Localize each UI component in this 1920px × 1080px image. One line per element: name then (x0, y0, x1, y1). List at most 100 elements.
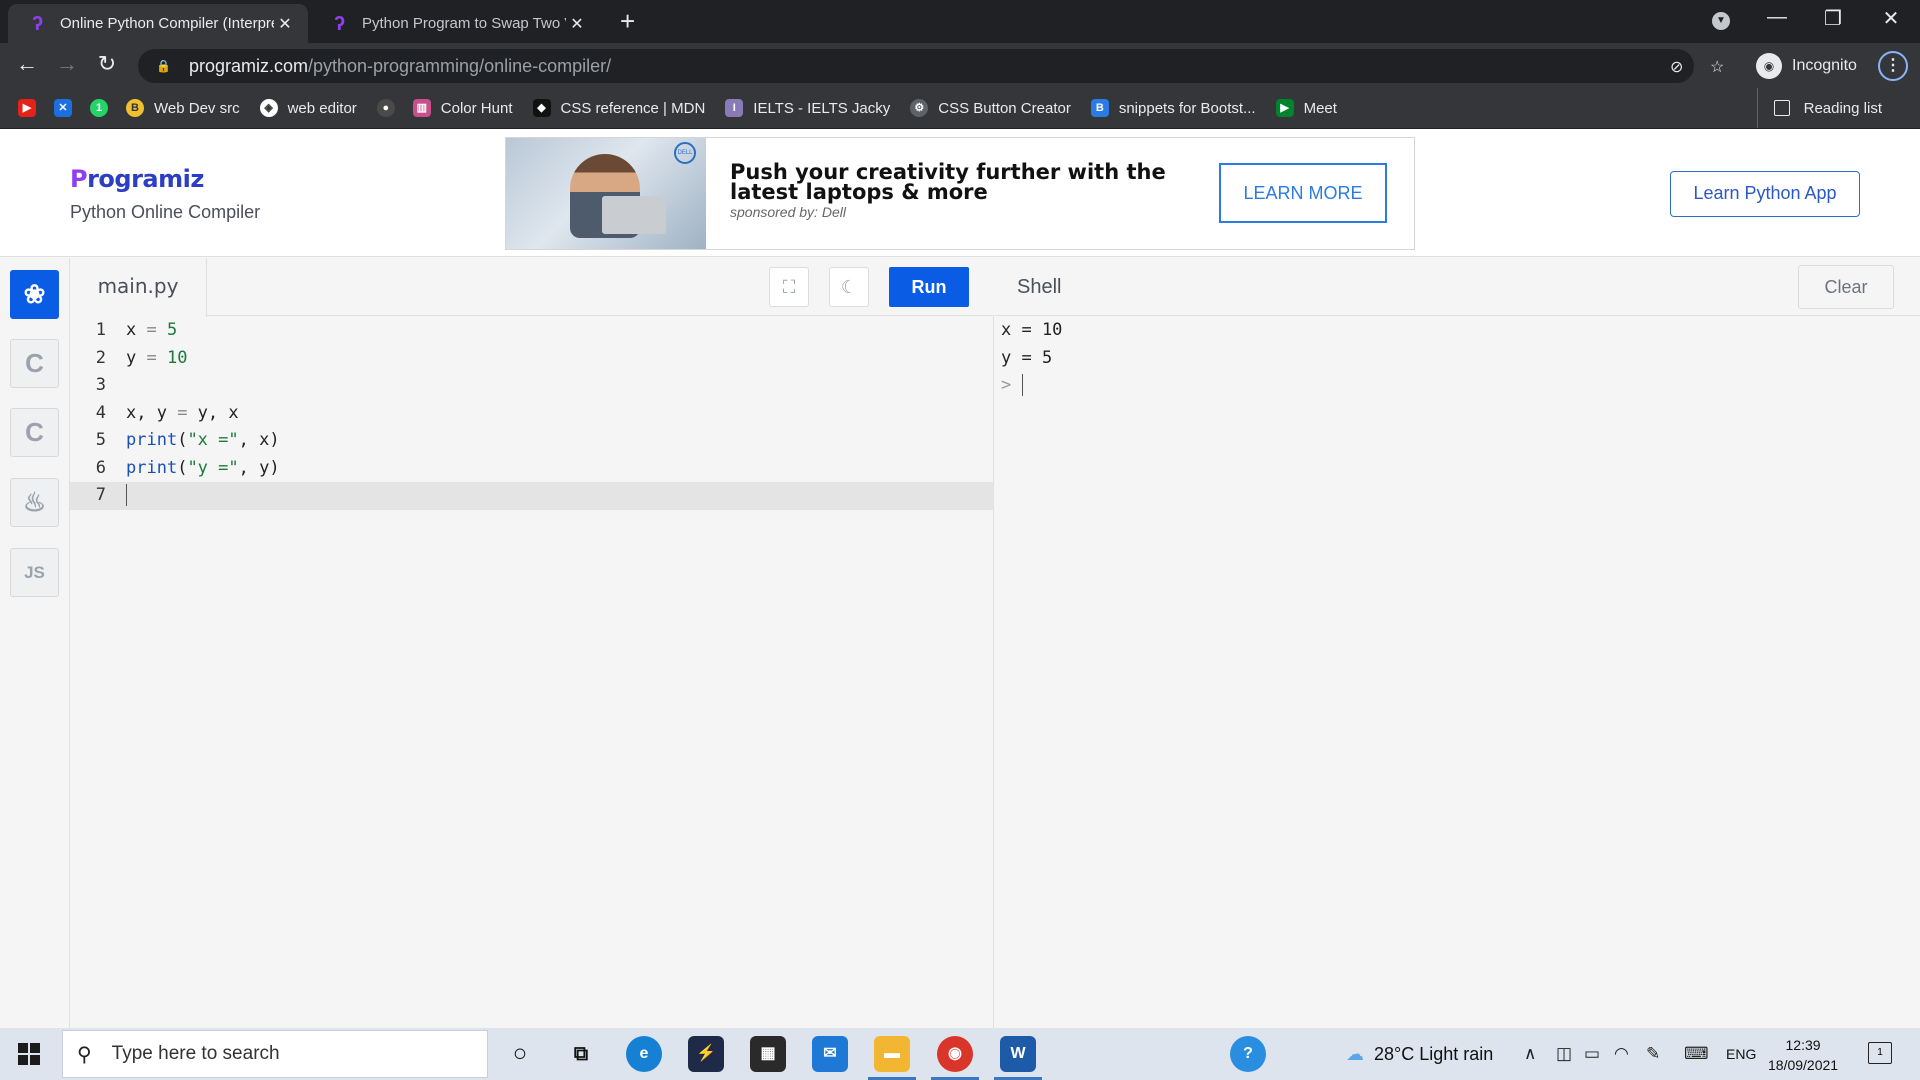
tab-title: Python Program to Swap Two Va (362, 15, 566, 32)
word-icon[interactable]: W (994, 1036, 1042, 1080)
close-window-icon[interactable]: ✕ (1866, 6, 1916, 31)
code-line[interactable]: 5 print("x =", x) (70, 427, 994, 455)
code-line-current[interactable]: 7 (70, 482, 994, 510)
bookmark-snippets-bootstrap[interactable]: Bsnippets for Bootst... (1090, 99, 1256, 117)
help-icon[interactable]: ? (1230, 1036, 1266, 1072)
pen-icon[interactable]: ✎ (1646, 1044, 1660, 1064)
logo-letter-p: P (70, 165, 88, 193)
taskbar-search-input[interactable]: ⚲ Type here to search (62, 1030, 488, 1078)
forward-arrow-icon[interactable]: → (52, 51, 82, 77)
reload-icon[interactable]: ↻ (92, 51, 122, 77)
code-line[interactable]: 3 (70, 372, 994, 400)
close-tab-icon[interactable]: ✕ (274, 14, 296, 34)
tab-online-python-compiler[interactable]: ʔ Online Python Compiler (Interpre ✕ (8, 4, 308, 43)
line-text (106, 372, 126, 400)
page-subtitle: Python Online Compiler (70, 202, 261, 222)
tab-title: Online Python Compiler (Interpre (60, 15, 274, 32)
code-line[interactable]: 6 print("y =", y) (70, 455, 994, 483)
meet-now-icon[interactable]: ◫ (1556, 1044, 1572, 1064)
dark-mode-moon-icon[interactable]: ☾ (829, 267, 869, 307)
browser-toolbar: ← → ↻ 🔒 programiz.com/python-programming… (0, 43, 1920, 88)
file-explorer-icon[interactable]: ▬ (868, 1036, 916, 1080)
bookmark-youtube[interactable]: ▶ (18, 99, 36, 117)
js-language-icon[interactable]: JS (10, 548, 59, 597)
java-language-icon[interactable]: ♨ (10, 478, 59, 527)
logo-text: rogramiz (87, 165, 204, 193)
incognito-profile-button[interactable]: ◉ Incognito (1756, 50, 1857, 82)
bookmark-css-reference-mdn[interactable]: ◆ CSS reference | MDN (532, 99, 705, 117)
shell-output[interactable]: x = 10 y = 5 > (1001, 317, 1062, 400)
bookmark-label: Color Hunt (440, 99, 513, 117)
fullscreen-icon[interactable]: ⛶ (769, 267, 809, 307)
windows-start-icon[interactable] (18, 1043, 40, 1065)
line-text: print("x =", x) (126, 430, 280, 450)
x-icon: ✕ (54, 99, 72, 117)
run-button[interactable]: Run (889, 267, 969, 307)
shell-prompt-line[interactable]: > (1001, 372, 1062, 400)
cortana-icon[interactable]: ○ (502, 1036, 538, 1072)
bookmark-x[interactable]: ✕ (54, 99, 72, 117)
code-area[interactable]: 1 x = 5 2 y = 10 3 4 x, y = y, x 5 print("x … (70, 317, 994, 510)
tab-swap-two-variables[interactable]: ʔ Python Program to Swap Two Va ✕ (310, 4, 600, 43)
bookmark-web-dev-src[interactable]: B Web Dev src (126, 99, 240, 117)
minimize-window-icon[interactable]: — (1752, 6, 1802, 29)
new-tab-plus-icon[interactable]: + (620, 6, 635, 37)
chevron-up-icon[interactable]: ∧ (1524, 1044, 1536, 1064)
mail-icon[interactable]: ✉ (812, 1036, 848, 1072)
c-language-icon[interactable]: C (10, 339, 59, 388)
codepen-icon: ◈ (259, 99, 278, 117)
clear-button[interactable]: Clear (1798, 265, 1894, 309)
bookmark-color-hunt[interactable]: ▥ Color Hunt (412, 99, 513, 117)
ielts-icon: I (725, 99, 744, 117)
taskbar-clock[interactable]: 12:39 18/09/2021 (1768, 1035, 1838, 1075)
bookmark-ielts-jacky[interactable]: I IELTS - IELTS Jacky (725, 99, 890, 117)
ad-image[interactable]: DELL (506, 138, 706, 249)
wifi-icon[interactable]: ◠ (1614, 1044, 1629, 1064)
tab-search-chevron-icon[interactable]: ▼ (1712, 12, 1730, 30)
eye-off-icon[interactable]: ⊘ (1670, 57, 1683, 77)
file-tab-main-py[interactable]: main.py (70, 258, 207, 317)
code-line[interactable]: 4 x, y = y, x (70, 400, 994, 428)
bookmark-star-icon[interactable]: ☆ (1710, 57, 1724, 77)
clock-date: 18/09/2021 (1768, 1057, 1839, 1073)
dell-ad-banner[interactable]: DELL Push your creativity further with t… (505, 137, 1415, 250)
lock-icon[interactable]: 🔒 (156, 59, 171, 73)
cpp-language-icon[interactable]: C (10, 408, 59, 457)
task-view-icon[interactable]: ⧉ (563, 1036, 599, 1072)
search-placeholder: Type here to search (111, 1043, 280, 1064)
chrome-menu-icon[interactable]: ⋮ (1878, 51, 1908, 81)
code-line[interactable]: 1 x = 5 (70, 317, 994, 345)
python-language-icon[interactable]: ❀ (10, 270, 59, 319)
weather-widget[interactable]: ☁ 28°C Light rain (1346, 1028, 1493, 1080)
code-line[interactable]: 2 y = 10 (70, 345, 994, 373)
battery-icon[interactable]: ▭ (1584, 1044, 1600, 1064)
youtube-icon: ▶ (18, 99, 36, 117)
page-header: Programiz Python Online Compiler DELL Pu… (0, 129, 1920, 257)
programiz-logo[interactable]: Programiz (70, 165, 204, 193)
back-arrow-icon[interactable]: ← (12, 51, 42, 77)
input-language[interactable]: ENG (1726, 1028, 1756, 1080)
bookmark-label: IELTS - IELTS Jacky (753, 99, 891, 117)
ad-learn-more-button[interactable]: LEARN MORE (1219, 163, 1387, 223)
bookmark-label: web editor (287, 99, 357, 117)
restore-window-icon[interactable]: ❐ (1808, 6, 1858, 31)
bookmark-css-button-creator[interactable]: ⚙ CSS Button Creator (910, 99, 1071, 117)
edge-icon[interactable]: e (626, 1036, 662, 1072)
keyboard-icon[interactable]: ⌨ (1684, 1044, 1709, 1064)
bookmark-github[interactable]: ● (376, 99, 395, 117)
shell-prompt: > (1001, 375, 1012, 395)
bookmark-web-editor[interactable]: ◈ web editor (259, 99, 357, 117)
reading-list-button[interactable]: Reading list (1756, 88, 1882, 128)
address-bar[interactable]: 🔒 programiz.com/python-programming/onlin… (138, 49, 1694, 83)
bookmark-meet[interactable]: ▶ Meet (1275, 99, 1337, 117)
reading-list-icon (1773, 100, 1790, 116)
close-tab-icon[interactable]: ✕ (566, 14, 588, 34)
programiz-favicon-icon: ʔ (334, 12, 346, 35)
visual-studio-code-icon[interactable]: ⚡ (688, 1036, 724, 1072)
whatsapp-icon: 1 (90, 99, 108, 117)
bookmark-whatsapp[interactable]: 1 (90, 99, 108, 117)
learn-python-app-button[interactable]: Learn Python App (1670, 171, 1860, 217)
chrome-icon[interactable]: ◉ (931, 1036, 979, 1080)
microsoft-store-icon[interactable]: ▦ (750, 1036, 786, 1072)
notifications-icon[interactable]: 1 (1868, 1042, 1892, 1064)
